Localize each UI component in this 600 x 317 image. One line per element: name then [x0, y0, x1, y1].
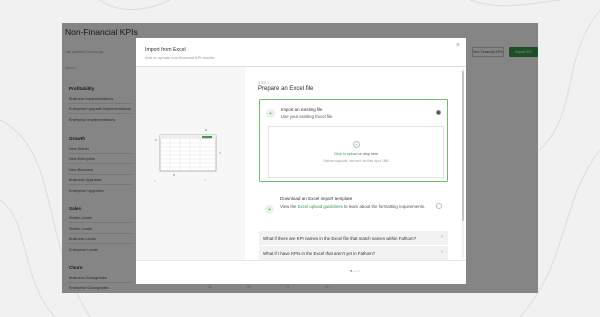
illustration-panel: [136, 67, 245, 260]
option-description: View the Excel upload guidelines to lear…: [280, 204, 426, 209]
upload-instructions: Click to upload or drop here: [333, 152, 379, 156]
file-drop-zone[interactable]: + Click to upload or drop here Fathom su…: [268, 126, 444, 178]
spreadsheet-illustration-icon: [154, 129, 221, 182]
chevron-right-icon: ›: [441, 234, 443, 240]
scrollbar-thumb[interactable]: [462, 71, 464, 221]
step-label: STEP 1: [258, 81, 269, 85]
download-template-option[interactable]: + Download an Excel import template View…: [259, 194, 448, 224]
modal-title: Import from Excel: [145, 47, 186, 53]
option-title: Download an Excel import template: [280, 196, 353, 201]
plus-icon: +: [266, 109, 275, 118]
faq-item[interactable]: What if I have KPIs in the Excel that ar…: [259, 246, 448, 260]
import-modal: Import from Excel Add or update non-fina…: [136, 38, 466, 284]
option-radio[interactable]: [436, 203, 442, 209]
faq-item[interactable]: What if there are KPI names in the Excel…: [259, 231, 448, 245]
upload-file-note: Fathom supports .xlsx and .xls files up …: [323, 159, 389, 163]
chevron-right-icon: ›: [441, 249, 443, 255]
option-title: Import an existing file: [281, 107, 323, 112]
option-radio-selected[interactable]: [436, 110, 441, 115]
option-description: Use your existing Excel file: [281, 114, 333, 119]
modal-subtitle: Add or update non-financial KPI results: [145, 55, 215, 60]
import-existing-file-option[interactable]: + Import an existing file Use your exist…: [259, 99, 448, 182]
close-icon[interactable]: ×: [456, 42, 460, 49]
excel-guidelines-link[interactable]: Excel upload guidelines: [298, 204, 343, 209]
upload-icon: +: [353, 141, 360, 148]
step-title: Prepare an Excel file: [258, 86, 314, 92]
click-to-upload-link[interactable]: Click to upload: [334, 152, 358, 156]
divider: [136, 260, 466, 261]
step-pager: ●—○: [350, 268, 361, 273]
plus-icon: +: [265, 205, 274, 214]
import-options: STEP 1 Prepare an Excel file + Import an…: [256, 67, 456, 260]
